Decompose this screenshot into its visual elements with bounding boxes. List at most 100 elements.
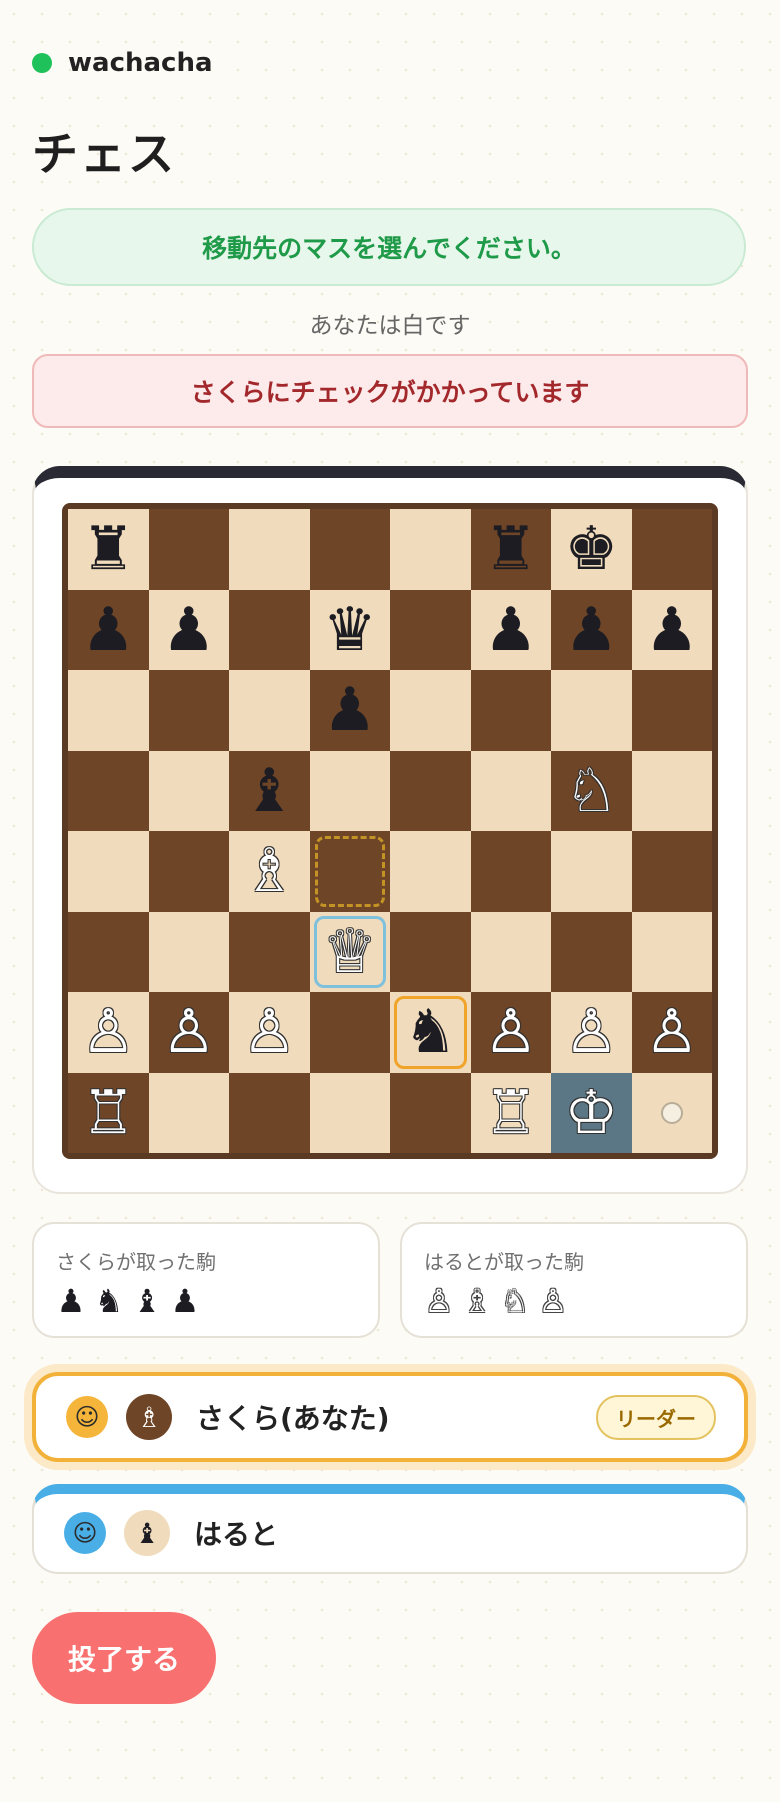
- girl-face-icon: ☺: [66, 1396, 108, 1438]
- square-g7[interactable]: ♟: [551, 589, 632, 670]
- square-e6[interactable]: [390, 670, 471, 751]
- square-a5[interactable]: [68, 750, 149, 831]
- square-g5[interactable]: ♘: [551, 750, 632, 831]
- white-queen-icon[interactable]: ♕: [323, 922, 377, 982]
- square-e1[interactable]: [390, 1072, 471, 1153]
- square-e5[interactable]: [390, 750, 471, 831]
- square-c3[interactable]: [229, 911, 310, 992]
- square-c2[interactable]: ♙: [229, 992, 310, 1073]
- square-b8[interactable]: [148, 509, 229, 590]
- square-b1[interactable]: [148, 1072, 229, 1153]
- square-c8[interactable]: [229, 509, 310, 590]
- square-f8[interactable]: ♜: [470, 509, 551, 590]
- square-a3[interactable]: [68, 911, 149, 992]
- square-a4[interactable]: [68, 831, 149, 912]
- black-king-icon[interactable]: ♚: [564, 519, 618, 579]
- square-a8[interactable]: ♜: [68, 509, 149, 590]
- player-name: はると: [194, 1518, 279, 1551]
- square-b4[interactable]: [148, 831, 229, 912]
- black-pawn-icon[interactable]: ♟: [564, 600, 618, 660]
- square-f4[interactable]: [470, 831, 551, 912]
- square-c6[interactable]: [229, 670, 310, 751]
- square-h2[interactable]: ♙: [631, 992, 712, 1073]
- online-status-dot: [32, 53, 52, 73]
- square-f3[interactable]: [470, 911, 551, 992]
- square-c1[interactable]: [229, 1072, 310, 1153]
- square-f1[interactable]: ♖: [470, 1072, 551, 1153]
- white-pawn-icon[interactable]: ♙: [81, 1002, 135, 1062]
- square-e3[interactable]: [390, 911, 471, 992]
- black-bishop-icon[interactable]: ♝: [242, 761, 296, 821]
- captured-piece: ♙: [424, 1282, 454, 1320]
- black-rook-icon[interactable]: ♜: [484, 519, 538, 579]
- status-message: 移動先のマスを選んでください。: [32, 208, 746, 286]
- square-d3[interactable]: ♕: [309, 911, 390, 992]
- square-g3[interactable]: [551, 911, 632, 992]
- square-g1[interactable]: ♔: [551, 1072, 632, 1153]
- white-bishop-icon[interactable]: ♗: [242, 841, 296, 901]
- white-pawn-icon[interactable]: ♙: [162, 1002, 216, 1062]
- square-g4[interactable]: [551, 831, 632, 912]
- square-a7[interactable]: ♟: [68, 589, 149, 670]
- leader-badge: リーダー: [596, 1394, 716, 1440]
- square-g6[interactable]: [551, 670, 632, 751]
- player-color-text: あなたは白です: [309, 313, 471, 339]
- square-a1[interactable]: ♖: [68, 1072, 149, 1153]
- square-f7[interactable]: ♟: [470, 589, 551, 670]
- white-pawn-icon[interactable]: ♙: [645, 1002, 699, 1062]
- black-pawn-icon[interactable]: ♟: [645, 600, 699, 660]
- square-b2[interactable]: ♙: [148, 992, 229, 1073]
- square-c5[interactable]: ♝: [229, 750, 310, 831]
- square-c4[interactable]: ♗: [229, 831, 310, 912]
- square-b6[interactable]: [148, 670, 229, 751]
- square-b5[interactable]: [148, 750, 229, 831]
- white-rook-icon[interactable]: ♖: [81, 1083, 135, 1143]
- square-f2[interactable]: ♙: [470, 992, 551, 1073]
- resign-button[interactable]: 投了する: [32, 1612, 216, 1704]
- square-b3[interactable]: [148, 911, 229, 992]
- white-rook-icon[interactable]: ♖: [484, 1083, 538, 1143]
- move-hint-dot: [660, 1101, 683, 1124]
- square-c7[interactable]: [229, 589, 310, 670]
- square-d4[interactable]: [309, 831, 390, 912]
- square-h8[interactable]: [631, 509, 712, 590]
- square-f5[interactable]: [470, 750, 551, 831]
- square-d1[interactable]: [309, 1072, 390, 1153]
- square-f6[interactable]: [470, 670, 551, 751]
- black-pawn-icon[interactable]: ♟: [484, 600, 538, 660]
- square-d2[interactable]: [309, 992, 390, 1073]
- white-pawn-icon[interactable]: ♙: [242, 1002, 296, 1062]
- square-e2[interactable]: ♞: [390, 992, 471, 1073]
- black-knight-icon[interactable]: ♞: [403, 1002, 457, 1062]
- square-h5[interactable]: [631, 750, 712, 831]
- square-e4[interactable]: [390, 831, 471, 912]
- square-g2[interactable]: ♙: [551, 992, 632, 1073]
- captured-by-sakura: さくらが取った駒 ♟ ♞ ♝ ♟: [32, 1222, 380, 1338]
- square-b7[interactable]: ♟: [148, 589, 229, 670]
- white-pawn-icon[interactable]: ♙: [484, 1002, 538, 1062]
- square-g8[interactable]: ♚: [551, 509, 632, 590]
- black-rook-icon[interactable]: ♜: [81, 519, 135, 579]
- square-e8[interactable]: [390, 509, 471, 590]
- black-queen-icon[interactable]: ♛: [323, 600, 377, 660]
- square-h6[interactable]: [631, 670, 712, 751]
- black-pawn-icon[interactable]: ♟: [162, 600, 216, 660]
- square-d8[interactable]: [309, 509, 390, 590]
- square-a6[interactable]: [68, 670, 149, 751]
- square-d7[interactable]: ♛: [309, 589, 390, 670]
- square-h7[interactable]: ♟: [631, 589, 712, 670]
- move-target-outline: [314, 836, 385, 907]
- square-h4[interactable]: [631, 831, 712, 912]
- square-d6[interactable]: ♟: [309, 670, 390, 751]
- chess-board: ♜ ♜ ♚ ♟ ♟ ♛ ♟ ♟ ♟ ♟ ♝ ♘ ♗ ♕ ♙ ♙ ♙ ♞ ♙ ♙ ♙ ♖ ♖ ♔: [62, 503, 718, 1159]
- square-h3[interactable]: [631, 911, 712, 992]
- black-pawn-icon[interactable]: ♟: [81, 600, 135, 660]
- square-h1[interactable]: [631, 1072, 712, 1153]
- square-a2[interactable]: ♙: [68, 992, 149, 1073]
- square-d5[interactable]: [309, 750, 390, 831]
- black-pawn-icon[interactable]: ♟: [323, 680, 377, 740]
- white-knight-icon[interactable]: ♘: [564, 761, 618, 821]
- square-e7[interactable]: [390, 589, 471, 670]
- white-pawn-icon[interactable]: ♙: [564, 1002, 618, 1062]
- white-king-icon[interactable]: ♔: [564, 1083, 618, 1143]
